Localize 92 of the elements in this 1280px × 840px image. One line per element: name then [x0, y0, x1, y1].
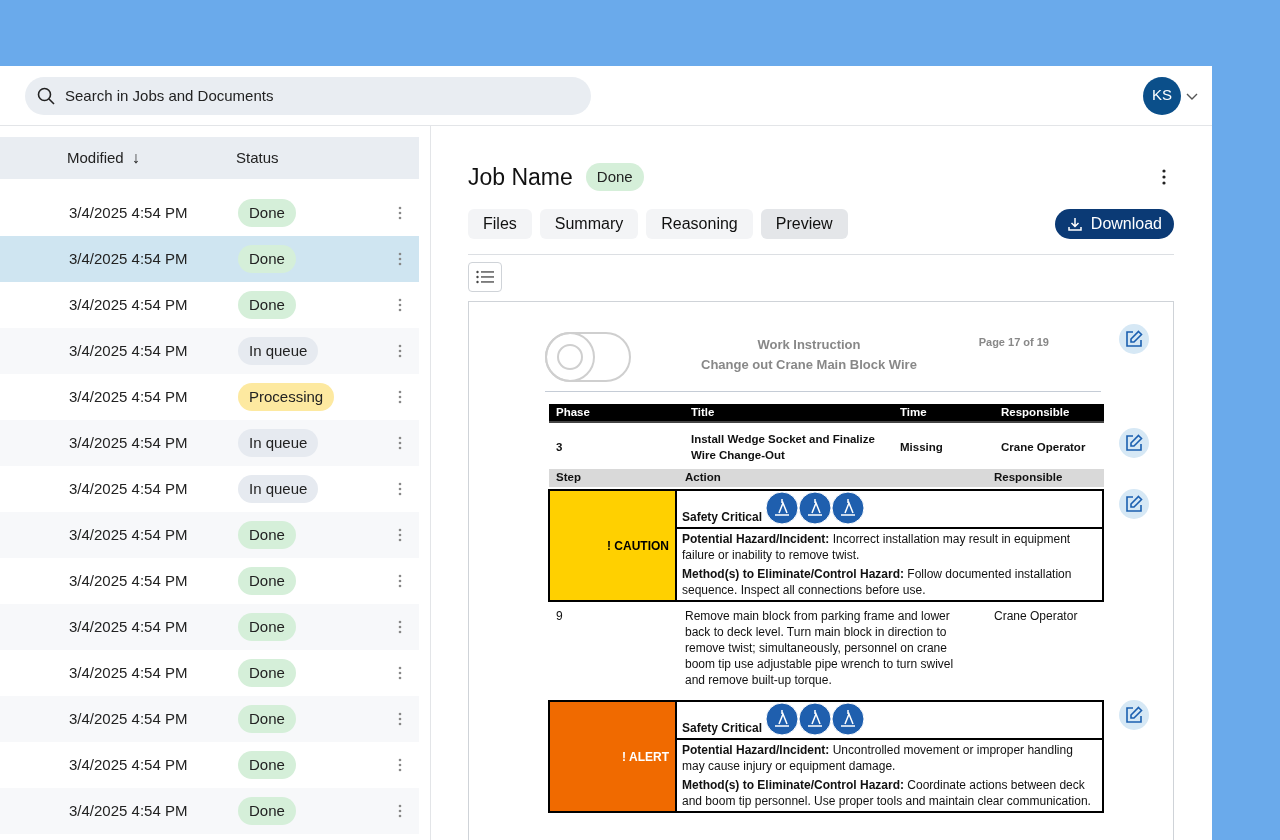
table-cell: 3/4/2025 4:54 PM [69, 802, 188, 819]
edit-icon [1124, 705, 1144, 725]
status-badge: Processing [238, 382, 335, 412]
table-row[interactable]: 3/4/2025 4:54 PM Done [0, 788, 419, 834]
table-row[interactable]: 3/4/2025 4:54 PM Done [0, 604, 419, 650]
tab[interactable]: Preview [760, 209, 848, 239]
safety-sign-icon [798, 491, 833, 525]
status-badge: Done [238, 658, 296, 688]
column-header: Responsible [1001, 404, 1071, 420]
column-header: Action [685, 470, 722, 486]
section-heading: Safety Critical [682, 509, 763, 526]
sort-arrow-icon[interactable]: ↓ [131, 146, 140, 170]
column-header: Phase [556, 404, 591, 420]
document-title: Work Instruction [757, 336, 861, 354]
table-cell: 3/4/2025 4:54 PM [69, 388, 188, 405]
user-avatar[interactable]: KS [1143, 76, 1181, 115]
status-badge: Done [238, 796, 296, 826]
table-cell-text: Missing [900, 440, 944, 455]
table-cell: 3/4/2025 4:54 PM [69, 480, 188, 497]
hazard-text: Potential Hazard/Incident: Uncontrolled movement or improper handling may cause injury or equipment damage. [682, 742, 1074, 774]
table-cell: 3/4/2025 4:54 PM [69, 664, 188, 681]
table-cell: 3/4/2025 4:54 PM [69, 756, 188, 773]
severity-label: ! CAUTION [607, 537, 669, 555]
table-cell: 3/4/2025 4:54 PM [69, 250, 188, 267]
section-heading: Safety Critical [682, 720, 763, 737]
status-badge: Done [238, 704, 296, 734]
status-badge: Done [585, 162, 644, 192]
table-cell: 3/4/2025 4:54 PM [69, 204, 188, 221]
more-options-icon[interactable] [1162, 169, 1166, 185]
logo-icon [545, 332, 631, 382]
tab[interactable]: Files [468, 209, 532, 239]
status-badge: Done [238, 750, 296, 780]
table-cell: 3/4/2025 4:54 PM [69, 434, 188, 451]
download-button[interactable]: Download [1054, 209, 1174, 239]
table-cell-text: 3 [556, 440, 564, 455]
edit-button[interactable] [1119, 489, 1149, 519]
list-view-button[interactable] [468, 262, 502, 292]
download-icon [1066, 216, 1083, 232]
document-subtitle: Change out Crane Main Block Wire [701, 356, 917, 374]
status-badge: Done [238, 198, 296, 228]
table-cell-text: 9 [556, 608, 564, 625]
table-cell: 3/4/2025 4:54 PM [69, 710, 188, 727]
table-cell: 3/4/2025 4:54 PM [69, 342, 188, 359]
edit-icon [1124, 433, 1144, 453]
table-row[interactable]: 3/4/2025 4:54 PM In queue [0, 328, 419, 374]
table-cell-text: Remove main block from parking frame and lower back to deck level. Turn main block in direction to remove twist; simultaneously, personnel on crane boom tip use adjustable pipe wrench to turn swivel and remove built-up torque. [685, 608, 955, 688]
hazard-text: Potential Hazard/Incident: Incorrect installation may result in equipment failure or inability to remove twist. [682, 531, 1072, 563]
search-field[interactable]: Search in Jobs and Documents [25, 76, 591, 115]
status-badge: In queue [238, 336, 319, 366]
edit-button[interactable] [1119, 428, 1149, 458]
table-cell: 3/4/2025 4:54 PM [69, 526, 188, 543]
table-row[interactable]: 3/4/2025 4:54 PM Done [0, 512, 419, 558]
column-header[interactable]: Status [236, 146, 279, 170]
edit-icon [1124, 329, 1144, 349]
column-header: Title [691, 404, 716, 420]
edit-icon [1124, 494, 1144, 514]
control-text: Method(s) to Eliminate/Control Hazard: Follow documented installation sequence. Inspect all connections before use. [682, 566, 1073, 598]
status-badge: Done [238, 566, 296, 596]
table-cell-text: Crane Operator [994, 608, 1078, 625]
table-cell-text: Crane Operator [1001, 440, 1087, 455]
column-header[interactable]: Modified [67, 146, 124, 170]
tab[interactable]: Reasoning [646, 209, 753, 239]
edit-button[interactable] [1119, 324, 1149, 354]
safety-sign-icon [765, 491, 800, 525]
table-row[interactable]: 3/4/2025 4:54 PM Done [0, 236, 419, 282]
column-header: Step [556, 470, 582, 486]
safety-sign-icon [765, 702, 800, 736]
status-badge: In queue [238, 474, 319, 504]
column-header: Responsible [994, 470, 1064, 486]
status-badge: Done [238, 520, 296, 550]
table-cell-text: Install Wedge Socket and Finalize Wire Change-Out [691, 432, 876, 463]
table-cell: 3/4/2025 4:54 PM [69, 296, 188, 313]
table-row[interactable]: 3/4/2025 4:54 PM In queue [0, 420, 419, 466]
safety-sign-icon [831, 491, 866, 525]
tab[interactable]: Summary [539, 209, 639, 239]
list-icon [476, 270, 494, 284]
safety-sign-icon [831, 702, 866, 736]
table-cell: 3/4/2025 4:54 PM [69, 572, 188, 589]
search-icon [37, 86, 55, 105]
status-badge: Done [238, 612, 296, 642]
status-badge: Done [238, 244, 296, 274]
table-cell: 3/4/2025 4:54 PM [69, 618, 188, 635]
edit-button[interactable] [1119, 700, 1149, 730]
column-header: Time [900, 404, 928, 420]
safety-sign-icon [798, 702, 833, 736]
status-badge: Done [238, 290, 296, 320]
status-badge: In queue [238, 428, 319, 458]
job-title: Job Name [468, 162, 573, 192]
severity-label: ! ALERT [622, 748, 669, 766]
page-number: Page 17 of 19 [978, 335, 1049, 350]
table-row[interactable]: 3/4/2025 4:54 PM Done [0, 696, 419, 742]
control-text: Method(s) to Eliminate/Control Hazard: Coordinate actions between deck and boom tip personnel. Use proper tools and maintain clear communication. [682, 777, 1092, 809]
